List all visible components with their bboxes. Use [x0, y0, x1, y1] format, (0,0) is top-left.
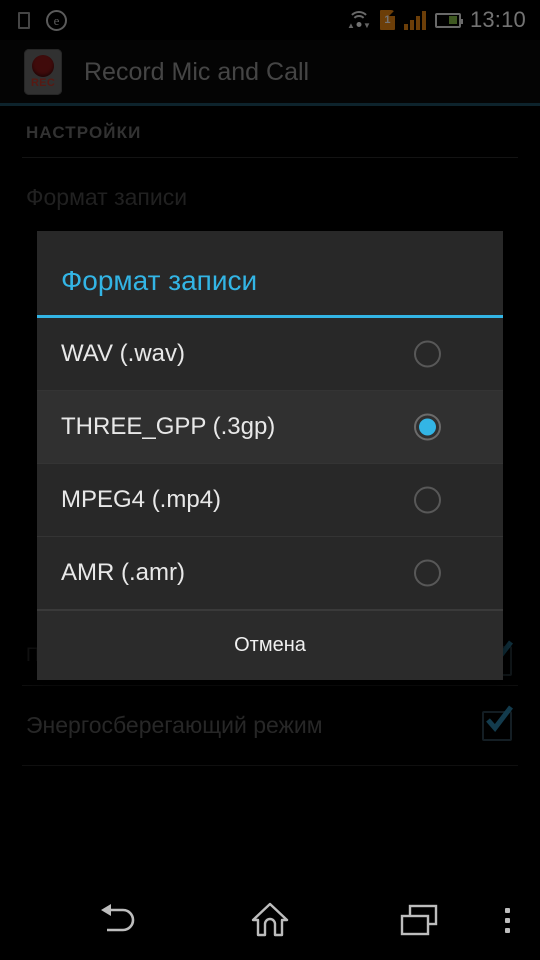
- back-arrow-icon: [101, 904, 135, 932]
- radio-button-mpeg4[interactable]: [414, 486, 441, 514]
- dialog-option-wav[interactable]: WAV (.wav): [37, 318, 503, 391]
- dialog-option-three-gpp[interactable]: THREE_GPP (.3gp): [37, 391, 503, 464]
- navigation-bar: [0, 880, 540, 960]
- back-button[interactable]: [60, 880, 180, 960]
- home-button[interactable]: [210, 880, 330, 960]
- dialog-option-mpeg4[interactable]: MPEG4 (.mp4): [37, 464, 503, 537]
- cancel-button[interactable]: Отмена: [37, 610, 503, 680]
- overflow-menu-button[interactable]: [480, 880, 534, 960]
- dialog-title: Формат записи: [61, 265, 258, 296]
- option-label: THREE_GPP (.3gp): [61, 413, 276, 440]
- option-label: WAV (.wav): [61, 340, 185, 367]
- radio-button-three-gpp[interactable]: [414, 413, 441, 441]
- radio-button-wav[interactable]: [414, 340, 441, 368]
- recents-icon: [400, 904, 438, 936]
- phone-screen: e ▲▼ 1 13:10 REC Record Mic and Call НАС…: [0, 0, 540, 960]
- home-icon: [251, 902, 289, 937]
- cancel-button-label: Отмена: [234, 634, 306, 656]
- dialog-header: Формат записи: [37, 231, 503, 315]
- recording-format-dialog: Формат записи WAV (.wav) THREE_GPP (.3gp…: [37, 231, 503, 680]
- option-label: AMR (.amr): [61, 559, 185, 586]
- radio-selected-dot: [419, 418, 436, 436]
- option-label: MPEG4 (.mp4): [61, 486, 222, 513]
- radio-button-amr[interactable]: [414, 559, 441, 587]
- recents-button[interactable]: [360, 880, 480, 960]
- dialog-option-amr[interactable]: AMR (.amr): [37, 537, 503, 610]
- three-dots-icon: [504, 907, 510, 933]
